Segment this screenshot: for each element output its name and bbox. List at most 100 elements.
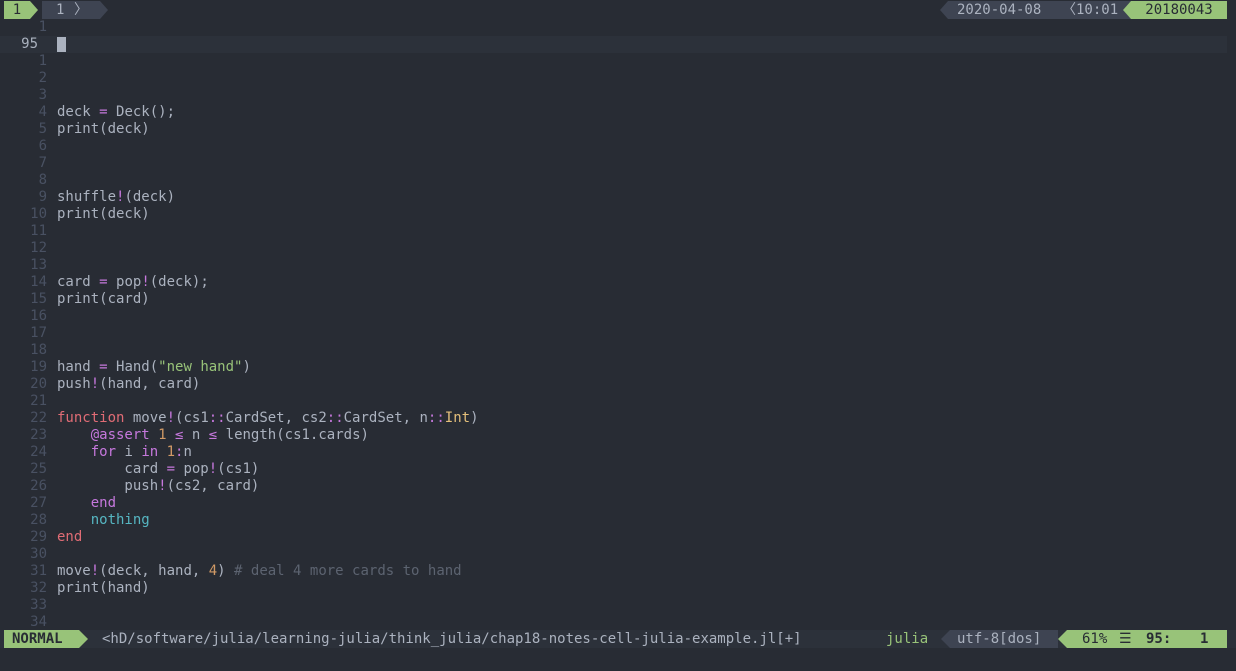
editor-buffer[interactable]: 1 95 1 2 3 4 deck = Deck(); 5 print(deck) 6 7 8 9 shu… bbox=[0, 19, 1236, 630]
code-line[interactable]: 2 bbox=[0, 70, 1227, 87]
code-token: :: bbox=[326, 410, 344, 426]
line-number: 14 bbox=[30, 274, 47, 290]
code-token: move bbox=[124, 410, 167, 426]
code-token: print(deck) bbox=[57, 121, 150, 137]
line-number: 6 bbox=[38, 138, 47, 154]
code-line[interactable]: 18 bbox=[0, 342, 1227, 359]
code-token: move bbox=[57, 563, 91, 579]
line-number: 13 bbox=[30, 257, 47, 273]
line-code: shuffle!(deck) bbox=[57, 189, 175, 206]
code-line[interactable]: 15 print(card) bbox=[0, 291, 1227, 308]
code-line[interactable]: 12 bbox=[0, 240, 1227, 257]
code-line[interactable]: 9 shuffle!(deck) bbox=[0, 189, 1227, 206]
time-label: 10:01 bbox=[1076, 2, 1119, 18]
powerline-separator bbox=[940, 1, 948, 19]
code-token: shuffle bbox=[57, 189, 117, 205]
code-line[interactable]: 21 bbox=[0, 393, 1227, 410]
line-code: push!(hand, card) bbox=[57, 376, 200, 393]
code-line[interactable]: 20 push!(hand, card) bbox=[0, 376, 1227, 393]
code-line[interactable]: 16 bbox=[0, 308, 1227, 325]
cursor-column: 1 bbox=[1200, 631, 1209, 647]
code-line[interactable]: 10 print(deck) bbox=[0, 206, 1227, 223]
line-number: 25 bbox=[30, 461, 47, 477]
code-token: :: bbox=[427, 410, 445, 426]
code-line[interactable]: 14 card = pop!(deck); bbox=[0, 274, 1227, 291]
line-code: print(deck) bbox=[57, 121, 150, 138]
buffer-tab[interactable]: 1 bbox=[42, 1, 100, 19]
code-token: (cs1 bbox=[175, 410, 209, 426]
code-line[interactable]: 25 card = pop!(cs1) bbox=[0, 461, 1227, 478]
code-line[interactable]: 7 bbox=[0, 155, 1227, 172]
code-line[interactable]: 23 @assert 1 ≤ n ≤ length(cs1.cards) bbox=[0, 427, 1227, 444]
code-token: in bbox=[141, 444, 159, 460]
code-line[interactable]: 34 bbox=[0, 614, 1227, 631]
code-token: ! bbox=[90, 563, 100, 579]
id-badge: 20180043 bbox=[1131, 1, 1227, 19]
code-line[interactable]: 13 bbox=[0, 257, 1227, 274]
code-line[interactable]: 31 move!(deck, hand, 4) # deal 4 more car… bbox=[0, 563, 1227, 580]
statusline: NORMAL <hD/software/julia/learning-julia… bbox=[0, 630, 1236, 648]
line-number: 17 bbox=[30, 325, 47, 341]
cursor-line: 95: bbox=[1146, 631, 1172, 647]
line-code: push!(cs2, card) bbox=[57, 478, 259, 495]
encoding-label: utf-8[dos] bbox=[950, 630, 1058, 648]
code-line[interactable]: 26 push!(cs2, card) bbox=[0, 478, 1227, 495]
code-token: ! bbox=[90, 376, 100, 392]
line-number: 1 bbox=[38, 53, 47, 69]
code-line[interactable]: 30 bbox=[0, 546, 1227, 563]
tabline: 1 1 〉 2020-04-08 〈 10:01 20180043 bbox=[0, 0, 1236, 20]
line-number: 18 bbox=[30, 342, 47, 358]
code-line[interactable]: 27 end bbox=[0, 495, 1227, 512]
line-number: 20 bbox=[30, 376, 47, 392]
line-number: 29 bbox=[30, 529, 47, 545]
code-token: pop bbox=[107, 274, 142, 290]
tab-active[interactable]: 1 bbox=[4, 1, 30, 19]
line-number: 8 bbox=[38, 172, 47, 188]
code-token: (deck, hand, bbox=[99, 563, 209, 579]
code-line[interactable]: 11 bbox=[0, 223, 1227, 240]
code-token: ! bbox=[166, 410, 176, 426]
code-token: (hand, card) bbox=[99, 376, 201, 392]
buffer-number: 1 bbox=[56, 2, 65, 18]
code-line[interactable]: 17 bbox=[0, 325, 1227, 342]
code-line[interactable]: 28 nothing bbox=[0, 512, 1227, 529]
code-line[interactable]: 19 hand = Hand("new hand") bbox=[0, 359, 1227, 376]
code-token: ! bbox=[141, 274, 150, 290]
current-line[interactable]: 95 bbox=[0, 36, 1227, 53]
code-line[interactable]: 1 bbox=[0, 53, 1227, 70]
code-line[interactable]: 4 deck = Deck(); bbox=[0, 104, 1227, 121]
powerline-separator bbox=[30, 1, 38, 19]
code-line[interactable]: 33 bbox=[0, 597, 1227, 614]
line-number: 31 bbox=[30, 563, 47, 579]
line-number: 32 bbox=[30, 580, 47, 596]
code-line[interactable]: 6 bbox=[0, 138, 1227, 155]
code-line[interactable]: 8 bbox=[0, 172, 1227, 189]
line-code: deck = Deck(); bbox=[57, 104, 175, 121]
code-line[interactable]: 5 print(deck) bbox=[0, 121, 1227, 138]
code-token: CardSet, cs2 bbox=[225, 410, 327, 426]
code-line[interactable]: 32 print(hand) bbox=[0, 580, 1227, 597]
code-token: (deck) bbox=[124, 189, 176, 205]
line-number: 30 bbox=[30, 546, 47, 562]
code-line[interactable]: 1 bbox=[0, 19, 1227, 36]
code-token: print(card) bbox=[57, 291, 150, 307]
line-number: 95 bbox=[21, 36, 38, 52]
line-number: 15 bbox=[30, 291, 47, 307]
line-number: 27 bbox=[30, 495, 47, 511]
line-code: card = pop!(deck); bbox=[57, 274, 209, 291]
code-line[interactable]: 3 bbox=[0, 87, 1227, 104]
code-line[interactable]: 22 function move!(cs1::CardSet, cs2::Card… bbox=[0, 410, 1227, 427]
powerline-separator bbox=[1058, 630, 1067, 648]
code-line[interactable]: 29 end bbox=[0, 529, 1227, 546]
filetype-label: julia bbox=[886, 631, 929, 647]
code-line[interactable]: 24 for i in 1:n bbox=[0, 444, 1227, 461]
code-token: pop bbox=[175, 461, 209, 477]
code-token: end bbox=[57, 529, 83, 545]
code-token: ) bbox=[470, 410, 479, 426]
code-token: card bbox=[57, 461, 167, 477]
position-block: 61% ☰ 95: 1 bbox=[1067, 630, 1227, 648]
